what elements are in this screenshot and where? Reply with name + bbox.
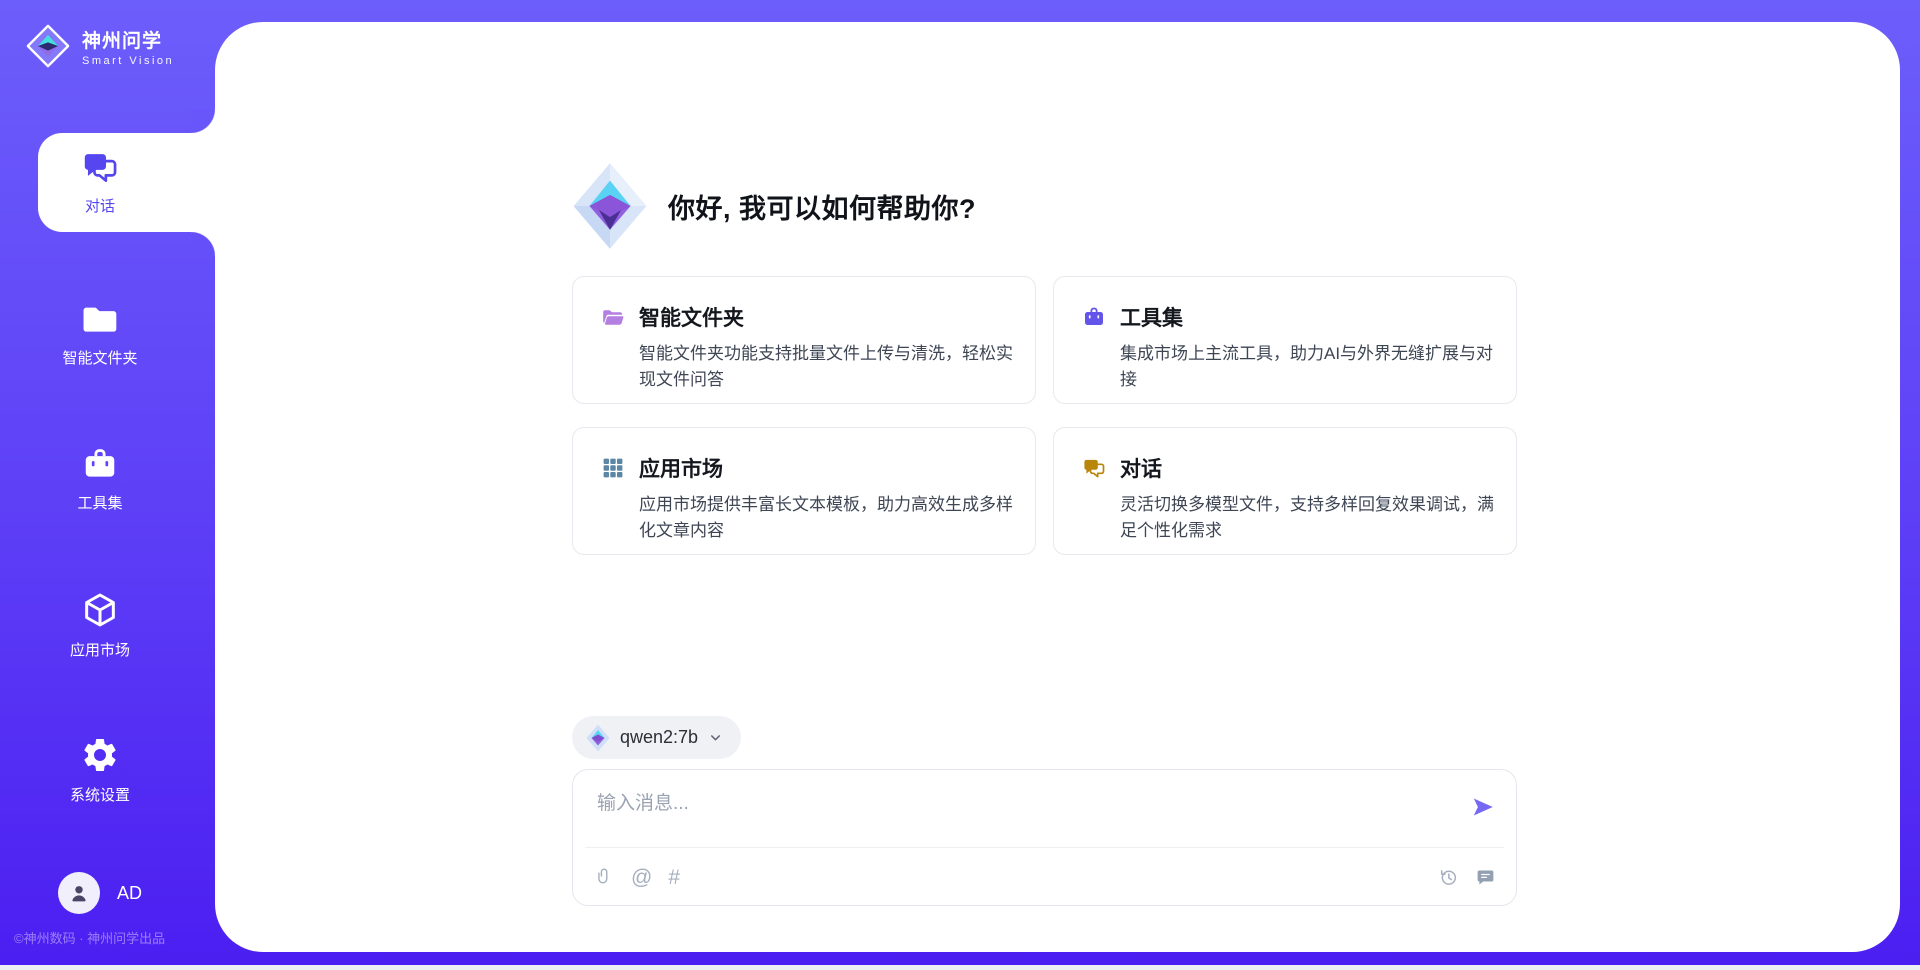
- sidebar-item-label: 系统设置: [70, 784, 130, 805]
- card-title: 对话: [1120, 453, 1162, 483]
- sidebar-item-chat[interactable]: 对话: [0, 148, 200, 216]
- brand-logo[interactable]: 神州问学 Smart Vision: [26, 24, 174, 68]
- copyright-text: ©神州数码 · 神州问学出品: [14, 928, 165, 947]
- model-diamond-icon: [586, 724, 610, 752]
- card-title: 智能文件夹: [639, 302, 744, 332]
- assistant-diamond-icon: [572, 161, 648, 251]
- chat-icon: [1082, 456, 1106, 480]
- message-input[interactable]: [573, 770, 1516, 842]
- sidebar-item-settings[interactable]: 系统设置: [0, 735, 200, 805]
- brand-text: 神州问学 Smart Vision: [82, 26, 174, 67]
- user-name: AD: [117, 883, 142, 904]
- chat-icon: [81, 148, 119, 186]
- toolbar-left: @ #: [595, 866, 680, 888]
- card-head: 应用市场: [601, 453, 1025, 483]
- card-title: 应用市场: [639, 453, 723, 483]
- model-selector[interactable]: qwen2:7b: [572, 716, 741, 759]
- app-root: 神州问学 Smart Vision 对话 智能文件夹 工具集 应用市场: [0, 0, 1920, 970]
- card-app-market[interactable]: 应用市场 应用市场提供丰富长文本模板，助力高效生成多样化文章内容: [572, 427, 1036, 555]
- card-smart-folder[interactable]: 智能文件夹 智能文件夹功能支持批量文件上传与清洗，轻松实现文件问答: [572, 276, 1036, 404]
- tab-concave-bottom: [191, 232, 215, 256]
- card-head: 智能文件夹: [601, 302, 1025, 332]
- user-profile[interactable]: AD: [58, 872, 142, 914]
- brand-diamond-icon: [26, 24, 70, 68]
- gear-icon: [80, 735, 120, 775]
- briefcase-icon: [81, 445, 119, 483]
- sidebar-item-label: 智能文件夹: [62, 347, 137, 368]
- mention-icon[interactable]: @: [631, 867, 652, 888]
- grid-icon: [601, 456, 625, 480]
- sidebar-item-label: 对话: [85, 195, 115, 216]
- sidebar-item-smart-folder[interactable]: 智能文件夹: [0, 300, 200, 368]
- feature-cards: 智能文件夹 智能文件夹功能支持批量文件上传与清洗，轻松实现文件问答 工具集 集成…: [572, 276, 1517, 555]
- greeting-title: 你好, 我可以如何帮助你?: [668, 187, 976, 226]
- sidebar-item-toolset[interactable]: 工具集: [0, 445, 200, 513]
- card-chat[interactable]: 对话 灵活切换多模型文件，支持多样回复效果调试，满足个性化需求: [1053, 427, 1517, 555]
- card-head: 对话: [1082, 453, 1506, 483]
- message-composer: @ #: [572, 769, 1517, 906]
- greeting-block: 你好, 我可以如何帮助你?: [572, 161, 976, 251]
- chat-bubble-icon[interactable]: [1475, 867, 1496, 888]
- brand-name: 神州问学: [82, 26, 174, 53]
- sidebar-item-label: 工具集: [77, 492, 122, 513]
- history-icon[interactable]: [1438, 867, 1459, 888]
- card-head: 工具集: [1082, 302, 1506, 332]
- avatar: [58, 872, 100, 914]
- card-title: 工具集: [1120, 302, 1183, 332]
- person-icon: [67, 881, 91, 905]
- chevron-down-icon: [708, 730, 723, 745]
- cube-icon: [80, 590, 120, 630]
- card-description: 智能文件夹功能支持批量文件上传与清洗，轻松实现文件问答: [639, 341, 1025, 393]
- tab-concave-top: [191, 109, 215, 133]
- folder-icon: [81, 300, 119, 338]
- bottom-scrollbar-strip[interactable]: [0, 965, 1920, 970]
- model-name: qwen2:7b: [620, 727, 698, 748]
- hash-icon[interactable]: #: [668, 867, 680, 888]
- sidebar-item-label: 应用市场: [70, 639, 130, 660]
- brand-subtitle: Smart Vision: [82, 55, 174, 67]
- card-description: 应用市场提供丰富长文本模板，助力高效生成多样化文章内容: [639, 492, 1025, 544]
- attachment-icon[interactable]: [595, 866, 615, 888]
- card-description: 灵活切换多模型文件，支持多样回复效果调试，满足个性化需求: [1120, 492, 1506, 544]
- open-folder-icon: [601, 305, 625, 329]
- card-description: 集成市场上主流工具，助力AI与外界无缝扩展与对接: [1120, 341, 1506, 393]
- briefcase-icon: [1082, 305, 1106, 329]
- toolbar-right: [1438, 867, 1496, 888]
- send-icon[interactable]: [1470, 794, 1496, 820]
- composer-toolbar: @ #: [573, 848, 1516, 906]
- card-toolset[interactable]: 工具集 集成市场上主流工具，助力AI与外界无缝扩展与对接: [1053, 276, 1517, 404]
- sidebar-item-app-market[interactable]: 应用市场: [0, 590, 200, 660]
